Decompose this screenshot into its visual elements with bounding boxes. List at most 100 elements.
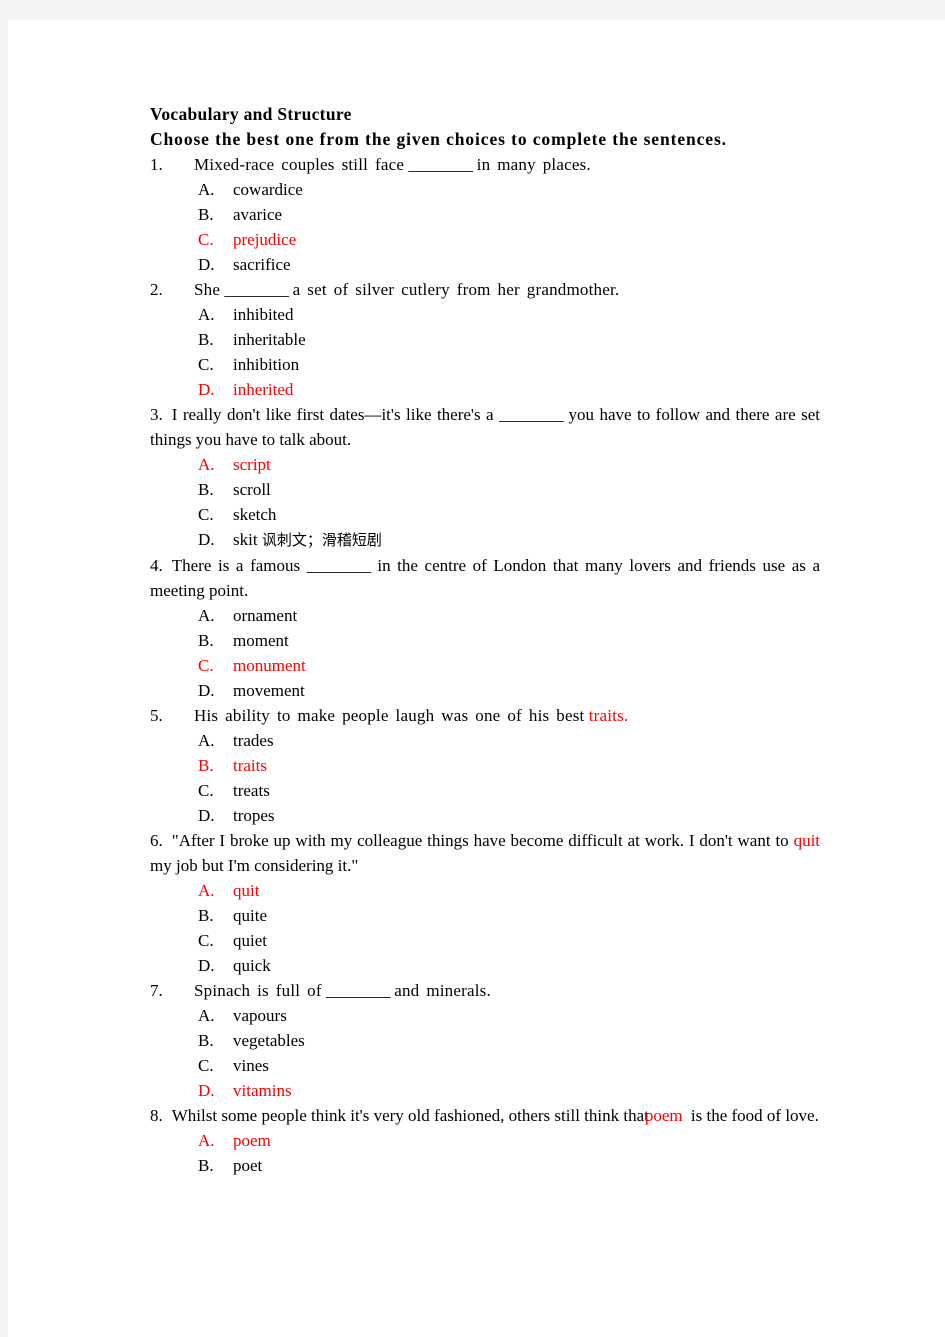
option-text: poem — [233, 1131, 271, 1150]
option-row-selected[interactable]: C. prejudice — [150, 227, 820, 252]
option-label: A. — [198, 606, 215, 625]
option-label: D. — [198, 806, 215, 825]
option-row[interactable]: A. trades — [150, 728, 820, 753]
option-row[interactable]: C. quiet — [150, 928, 820, 953]
option-text: quite — [233, 906, 267, 925]
option-row[interactable]: A. cowardice — [150, 177, 820, 202]
option-row-selected[interactable]: A. script — [150, 452, 820, 477]
question-number: 6. — [150, 831, 163, 850]
option-text: quit — [233, 881, 260, 900]
option-text: inhibition — [233, 355, 300, 374]
option-text: cowardice — [233, 180, 303, 199]
answer-blank: ________ — [408, 155, 473, 174]
option-row[interactable]: B. scroll — [150, 477, 820, 502]
question-text-after: is the food of love. — [690, 1106, 819, 1125]
option-row[interactable]: B. moment — [150, 628, 820, 653]
option-text: vegetables — [233, 1031, 305, 1050]
option-row[interactable]: D. skit 讽刺文；滑稽短剧 — [150, 527, 820, 553]
inline-answer: poem — [644, 1106, 683, 1125]
option-label: B. — [198, 205, 214, 224]
option-text: scroll — [233, 480, 271, 499]
document-page: Vocabulary and Structure Choose the best… — [8, 20, 945, 1337]
instruction-line: Choose the best one from the given choic… — [150, 129, 727, 149]
option-text: vines — [233, 1056, 269, 1075]
question-stem: 7. Spinach is full of ________ and minera… — [150, 978, 820, 1003]
option-label: A. — [198, 1006, 215, 1025]
option-row-selected[interactable]: D. inherited — [150, 377, 820, 402]
option-row[interactable]: A. ornament — [150, 603, 820, 628]
question-text-before: His ability to make people laugh was one… — [194, 706, 585, 725]
option-text: avarice — [233, 205, 283, 224]
question-text-before: She — [194, 280, 221, 299]
option-label: C. — [198, 1056, 214, 1075]
option-text: treats — [233, 781, 270, 800]
option-row-selected[interactable]: A. poem — [150, 1128, 820, 1153]
option-row[interactable]: D. tropes — [150, 803, 820, 828]
question-number: 7. — [150, 981, 163, 1000]
option-row-selected[interactable]: D. vitamins — [150, 1078, 820, 1103]
option-row[interactable]: A. vapours — [150, 1003, 820, 1028]
option-text: inheritable — [233, 330, 306, 349]
option-label: B. — [198, 631, 214, 650]
question-stem: 4. There is a famous ________ in the cent… — [150, 553, 820, 603]
option-text: sketch — [233, 505, 277, 524]
question-text-after: in many places. — [476, 155, 591, 174]
option-text: monument — [233, 656, 306, 675]
option-label: A. — [198, 731, 215, 750]
option-row-selected[interactable]: C. monument — [150, 653, 820, 678]
option-row[interactable]: D. movement — [150, 678, 820, 703]
page-title: Vocabulary and Structure — [150, 104, 352, 124]
question-text-after: my job but I'm considering it." — [150, 856, 359, 875]
option-label: C. — [198, 781, 214, 800]
option-label: B. — [198, 330, 214, 349]
question-text-after: a set of silver cutlery from her grandmo… — [292, 280, 620, 299]
option-label: C. — [198, 656, 214, 675]
option-text: script — [233, 455, 271, 474]
question-number: 3. — [150, 405, 163, 424]
option-text: moment — [233, 631, 289, 650]
option-row[interactable]: B. avarice — [150, 202, 820, 227]
option-row[interactable]: A. inhibited — [150, 302, 820, 327]
question-stem: 6. "After I broke up with my colleague th… — [150, 828, 820, 878]
option-row-selected[interactable]: B. traits — [150, 753, 820, 778]
option-label: B. — [198, 756, 214, 775]
option-label: D. — [198, 1081, 215, 1100]
option-row[interactable]: C. treats — [150, 778, 820, 803]
option-row-selected[interactable]: A. quit — [150, 878, 820, 903]
inline-answer: traits. — [588, 706, 629, 725]
option-row[interactable]: C. vines — [150, 1053, 820, 1078]
question-text-after: and minerals. — [394, 981, 491, 1000]
option-label: D. — [198, 380, 215, 399]
option-row[interactable]: D. quick — [150, 953, 820, 978]
inline-answer: quit — [793, 831, 821, 850]
option-label: A. — [198, 881, 215, 900]
option-text: inhibited — [233, 305, 294, 324]
option-label: C. — [198, 505, 214, 524]
option-label: B. — [198, 480, 214, 499]
option-label: A. — [198, 305, 215, 324]
option-label: B. — [198, 1156, 214, 1175]
option-label: A. — [198, 180, 215, 199]
option-row[interactable]: C. inhibition — [150, 352, 820, 377]
question-stem: 8. Whilst some people think it's very old… — [150, 1103, 820, 1128]
option-label: D. — [198, 530, 215, 549]
option-row[interactable]: D. sacrifice — [150, 252, 820, 277]
question-number: 2. — [150, 280, 163, 299]
option-label: A. — [198, 1131, 215, 1150]
option-text: sacrifice — [233, 255, 291, 274]
question-text-before: Spinach is full of — [194, 981, 322, 1000]
option-row[interactable]: B. inheritable — [150, 327, 820, 352]
option-text: vitamins — [233, 1081, 292, 1100]
option-text: traits — [233, 756, 267, 775]
option-text: quiet — [233, 931, 267, 950]
option-row[interactable]: B. vegetables — [150, 1028, 820, 1053]
option-label: C. — [198, 355, 214, 374]
option-row[interactable]: C. sketch — [150, 502, 820, 527]
option-label: C. — [198, 931, 214, 950]
option-gloss: 讽刺文；滑稽短剧 — [261, 531, 382, 549]
question-stem: 5. His ability to make people laugh was o… — [150, 703, 820, 728]
option-label: B. — [198, 1031, 214, 1050]
option-label: D. — [198, 956, 215, 975]
option-row[interactable]: B. quite — [150, 903, 820, 928]
option-row[interactable]: B. poet — [150, 1153, 820, 1178]
